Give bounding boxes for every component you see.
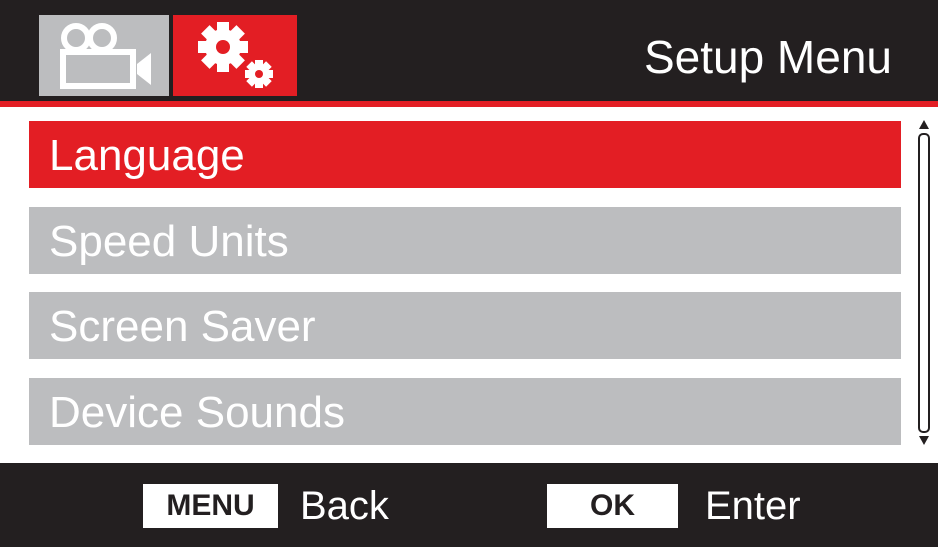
menu-item-label: Speed Units xyxy=(49,217,289,266)
header-divider xyxy=(0,101,938,107)
scrollbar[interactable] xyxy=(915,118,933,448)
footer-bar: MENU Back OK Enter xyxy=(0,463,938,547)
tab-video[interactable] xyxy=(39,15,169,96)
menu-item-label: Language xyxy=(49,131,245,180)
menu-item-speed-units[interactable]: Speed Units xyxy=(29,207,901,274)
menu-item-screen-saver[interactable]: Screen Saver xyxy=(29,292,901,359)
back-label: Back xyxy=(300,484,389,528)
scrollbar-track[interactable] xyxy=(918,133,930,433)
menu-item-label: Screen Saver xyxy=(49,302,316,351)
gears-icon xyxy=(198,22,273,88)
tab-setup[interactable] xyxy=(173,15,297,96)
menu-item-device-sounds[interactable]: Device Sounds xyxy=(29,378,901,445)
dashcam-screen: Setup Menu Language Speed Units Screen S… xyxy=(0,0,938,547)
scroll-up-arrow-icon[interactable] xyxy=(919,120,929,129)
enter-label: Enter xyxy=(705,484,801,528)
menu-item-language[interactable]: Language xyxy=(29,121,901,188)
page-title: Setup Menu xyxy=(643,31,892,83)
ok-key[interactable]: OK xyxy=(547,484,678,528)
header-bar: Setup Menu xyxy=(0,0,938,101)
menu-item-label: Device Sounds xyxy=(49,388,345,437)
video-camera-icon xyxy=(60,23,151,89)
scroll-down-arrow-icon[interactable] xyxy=(919,436,929,445)
menu-key[interactable]: MENU xyxy=(143,484,278,528)
